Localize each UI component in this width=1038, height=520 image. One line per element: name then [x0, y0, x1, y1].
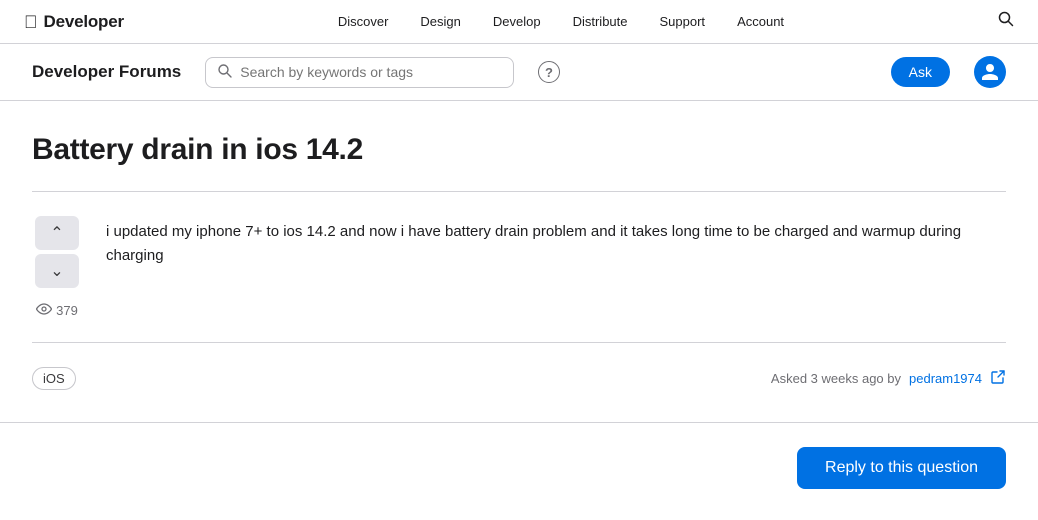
nav-distribute[interactable]: Distribute — [573, 14, 628, 29]
upvote-button[interactable]: ⌃ — [35, 216, 79, 250]
post-footer: iOS Asked 3 weeks ago by pedram1974 — [32, 342, 1006, 398]
search-bar[interactable] — [205, 57, 514, 88]
nav-design[interactable]: Design — [420, 14, 460, 29]
title-divider — [32, 191, 1006, 192]
chevron-up-icon: ⌃ — [50, 223, 63, 243]
ask-button[interactable]: Ask — [891, 57, 950, 87]
apple-logo-icon:  — [24, 13, 38, 31]
reply-section: Reply to this question — [0, 422, 1038, 513]
main-content: Battery drain in ios 14.2 ⌃ ⌄ 379 i upda… — [0, 101, 1038, 414]
nav-develop[interactable]: Develop — [493, 14, 541, 29]
search-bar-icon — [218, 64, 232, 81]
question-title: Battery drain in ios 14.2 — [32, 133, 1006, 167]
nav-discover[interactable]: Discover — [338, 14, 389, 29]
nav-support[interactable]: Support — [660, 14, 706, 29]
user-avatar[interactable] — [974, 56, 1006, 88]
nav-right — [998, 11, 1014, 32]
view-count: 379 — [36, 302, 78, 318]
post-meta-row: iOS Asked 3 weeks ago by pedram1974 — [32, 359, 1006, 398]
search-icon[interactable] — [998, 11, 1014, 32]
search-input[interactable] — [240, 64, 501, 80]
brand-name: Developer — [44, 12, 124, 32]
brand-area:  Developer — [24, 12, 124, 32]
reply-button[interactable]: Reply to this question — [797, 447, 1006, 489]
asked-meta: Asked 3 weeks ago by — [771, 371, 901, 386]
author-link[interactable]: pedram1974 — [909, 371, 982, 386]
view-count-value: 379 — [56, 303, 78, 318]
nav-account[interactable]: Account — [737, 14, 784, 29]
forums-header: Developer Forums ? Ask — [0, 44, 1038, 101]
downvote-button[interactable]: ⌄ — [35, 254, 79, 288]
vote-section: ⌃ ⌄ 379 — [32, 216, 82, 318]
post-meta-right: Asked 3 weeks ago by pedram1974 — [771, 369, 1006, 389]
post-body: i updated my iphone 7+ to ios 14.2 and n… — [106, 216, 1006, 318]
forums-title: Developer Forums — [32, 62, 181, 82]
top-navigation:  Developer Discover Design Develop Dist… — [0, 0, 1038, 44]
help-button[interactable]: ? — [538, 61, 560, 83]
nav-links: Discover Design Develop Distribute Suppo… — [338, 14, 784, 29]
eye-icon — [36, 302, 52, 318]
ios-tag[interactable]: iOS — [32, 367, 76, 390]
share-icon[interactable] — [990, 369, 1006, 389]
post-area: ⌃ ⌄ 379 i updated my iphone 7+ to ios 14… — [32, 216, 1006, 342]
chevron-down-icon: ⌄ — [50, 261, 63, 281]
